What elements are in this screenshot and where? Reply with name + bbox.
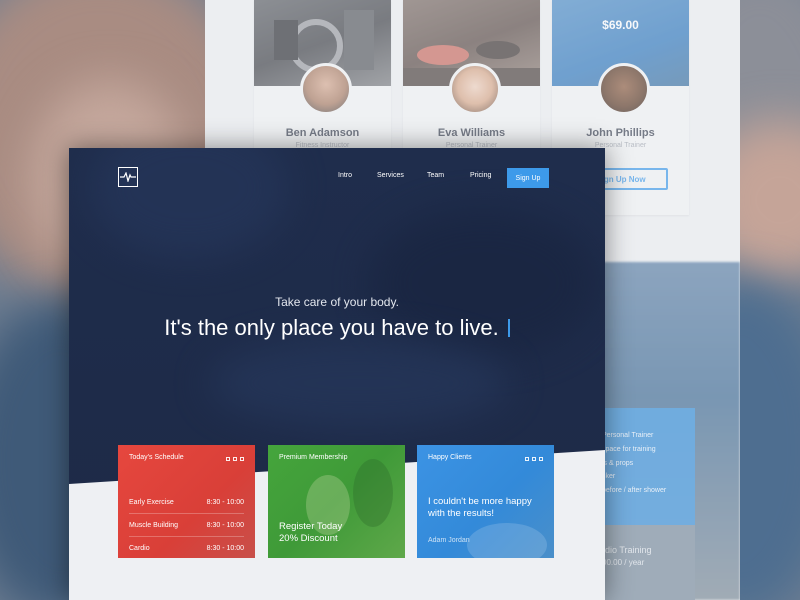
membership-promo: Register Today 20% Discount: [279, 521, 342, 545]
schedule-class-time: 8:30 - 10:00: [206, 521, 244, 529]
hero-headline: It's the only place you have to live.: [69, 315, 605, 341]
card-title: Happy Clients: [428, 454, 472, 461]
landing-page: Intro Services Team Pricing Sign Up Take…: [69, 148, 605, 600]
schedule-card[interactable]: Today's Schedule Early Exercise 8:30 - 1…: [118, 445, 255, 558]
schedule-class-time: 8:30 - 10:00: [206, 498, 244, 506]
schedule-row: Muscle Building 8:30 - 10:00: [129, 514, 244, 536]
promo-discount: 20% Discount: [279, 533, 338, 544]
hero-tagline: Take care of your body.: [275, 295, 399, 309]
schedule-class-time: 8:30 - 10:00: [206, 544, 244, 552]
testimonial-card[interactable]: Happy Clients I couldn't be more happy w…: [417, 445, 554, 558]
text-cursor: [507, 319, 510, 337]
testimonial-quote: I couldn't be more happy with the result…: [428, 496, 532, 519]
promo-line: Register Today: [279, 521, 343, 532]
sign-up-button[interactable]: Sign Up: [507, 168, 549, 188]
schedule-class-name: Muscle Building: [129, 521, 179, 529]
nav-pricing[interactable]: Pricing: [470, 172, 491, 179]
schedule-class-name: Cardio: [129, 544, 150, 552]
schedule-row: Cardio 8:30 - 10:00: [129, 537, 244, 558]
card-pager-dots[interactable]: [226, 457, 244, 461]
schedule-row: Early Exercise 8:30 - 10:00: [129, 491, 244, 513]
nav-intro[interactable]: Intro: [338, 172, 352, 179]
card-title: Premium Membership: [279, 454, 348, 461]
schedule-class-name: Early Exercise: [129, 498, 174, 506]
card-pager-dots[interactable]: [525, 457, 543, 461]
nav-team[interactable]: Team: [427, 172, 444, 179]
nav-services[interactable]: Services: [377, 172, 404, 179]
logo-pulse-icon[interactable]: [118, 167, 138, 187]
card-title: Today's Schedule: [129, 454, 184, 461]
membership-card[interactable]: Premium Membership Register Today 20% Di…: [268, 445, 405, 558]
hero-headline-text: It's the only place you have to live.: [164, 315, 499, 340]
testimonial-author: Adam Jordan: [428, 537, 470, 544]
